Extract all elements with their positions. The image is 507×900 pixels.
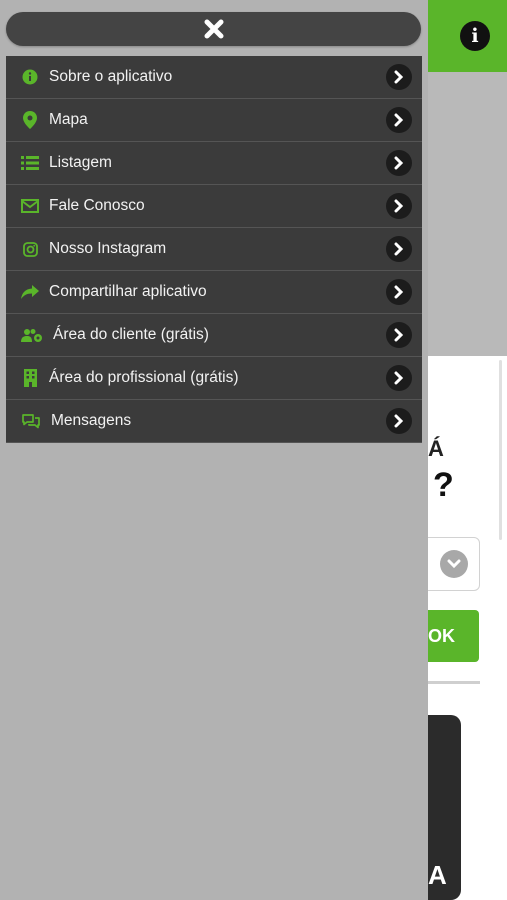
share-icon xyxy=(21,283,39,301)
menu-item-label: Mapa xyxy=(49,111,88,128)
map-pin-icon xyxy=(21,111,39,129)
menu-item-mapa[interactable]: Mapa xyxy=(6,99,422,142)
question-mark: ? xyxy=(433,466,454,504)
menu-item-label: Nosso Instagram xyxy=(49,240,167,257)
menu-item-compartilhar[interactable]: Compartilhar aplicativo xyxy=(6,271,422,314)
chevron-right-icon xyxy=(386,279,412,305)
side-drawer: Sobre o aplicativo Mapa Listagem Fale Co… xyxy=(0,0,428,900)
chevron-down-icon[interactable] xyxy=(440,550,468,578)
chevron-right-icon xyxy=(386,236,412,262)
chevron-right-icon xyxy=(386,365,412,391)
menu-item-label: Área do cliente (grátis) xyxy=(53,326,209,343)
scrollbar[interactable] xyxy=(499,360,502,540)
chat-icon xyxy=(21,412,41,430)
menu-item-label: Listagem xyxy=(49,154,112,171)
info-circle-icon xyxy=(21,68,39,86)
building-icon xyxy=(21,369,39,387)
chevron-right-icon xyxy=(386,322,412,348)
menu-item-instagram[interactable]: Nosso Instagram xyxy=(6,228,422,271)
chevron-right-icon xyxy=(386,107,412,133)
info-glyph: i xyxy=(471,25,479,47)
drawer-menu: Sobre o aplicativo Mapa Listagem Fale Co… xyxy=(6,56,422,443)
envelope-icon xyxy=(21,197,39,215)
menu-item-label: Área do profissional (grátis) xyxy=(49,369,239,386)
menu-item-area-cliente[interactable]: Área do cliente (grátis) xyxy=(6,314,422,357)
menu-item-sobre[interactable]: Sobre o aplicativo xyxy=(6,56,422,99)
chevron-right-icon xyxy=(386,150,412,176)
menu-item-fale-conosco[interactable]: Fale Conosco xyxy=(6,185,422,228)
menu-item-listagem[interactable]: Listagem xyxy=(6,142,422,185)
menu-item-area-profissional[interactable]: Área do profissional (grátis) xyxy=(6,357,422,400)
close-drawer-button[interactable] xyxy=(6,12,421,46)
instagram-icon xyxy=(21,240,39,258)
menu-item-label: Fale Conosco xyxy=(49,197,145,214)
menu-item-label: Sobre o aplicativo xyxy=(49,68,173,85)
banner-area xyxy=(428,72,507,356)
partial-heading: Á xyxy=(428,436,444,461)
menu-item-label: Mensagens xyxy=(51,412,132,429)
chevron-right-icon xyxy=(386,408,412,434)
chevron-right-icon xyxy=(386,64,412,90)
promo-card-text: A xyxy=(428,860,447,890)
menu-item-mensagens[interactable]: Mensagens xyxy=(6,400,422,443)
users-cog-icon xyxy=(21,326,43,344)
close-icon[interactable] xyxy=(203,18,225,40)
divider xyxy=(428,681,480,684)
menu-item-label: Compartilhar aplicativo xyxy=(49,283,207,300)
info-icon[interactable]: i xyxy=(460,21,490,51)
list-icon xyxy=(21,154,39,172)
chevron-right-icon xyxy=(386,193,412,219)
